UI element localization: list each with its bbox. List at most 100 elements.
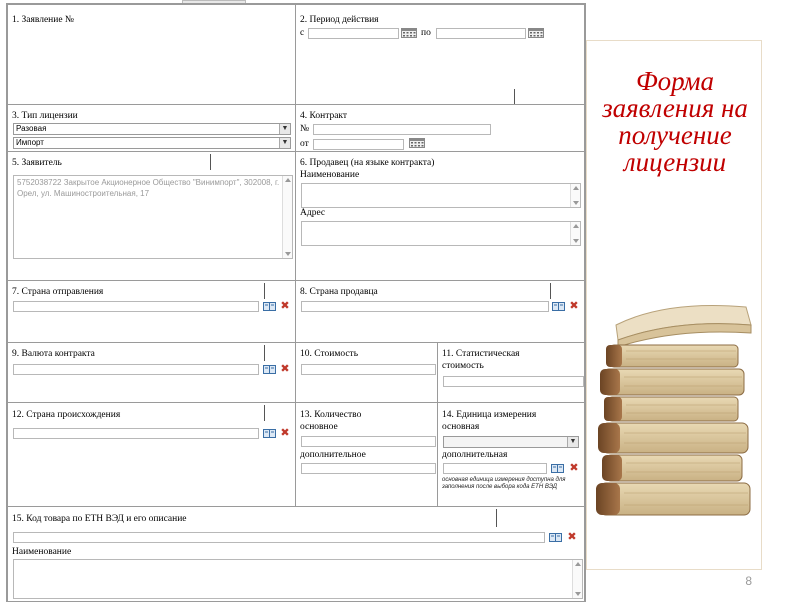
field-contract: 4. Контракт № от xyxy=(295,104,585,152)
book-icon[interactable] xyxy=(551,464,564,473)
book-icon[interactable] xyxy=(552,302,565,311)
column-divider xyxy=(496,509,497,527)
unit-main-select[interactable]: ▼ xyxy=(443,436,579,448)
field-contract-currency: 9. Валюта контракта ✖ xyxy=(7,342,296,403)
field-statistical-cost: 11. Статистическая стоимость xyxy=(437,342,585,403)
application-number-label: 1. Заявление № xyxy=(12,15,74,25)
delete-icon[interactable]: ✖ xyxy=(280,363,290,374)
unit-additional-label: дополнительная xyxy=(442,450,508,460)
column-divider xyxy=(210,154,211,170)
contract-currency-input[interactable] xyxy=(13,364,259,375)
validity-period-label: 2. Период действия xyxy=(300,15,379,25)
quantity-additional-input[interactable] xyxy=(301,463,436,474)
slide-title: Форма заявления на получение лицензии xyxy=(602,66,748,177)
contract-date-input[interactable] xyxy=(313,139,404,150)
statistical-cost-label: 11. Статистическая xyxy=(442,349,520,359)
column-divider xyxy=(264,283,265,299)
delete-icon[interactable]: ✖ xyxy=(280,427,290,438)
unit-label: 14. Единица измерения xyxy=(442,410,537,420)
license-direction-select[interactable]: Импорт ▼ xyxy=(13,137,291,149)
quantity-additional-label: дополнительное xyxy=(300,450,366,460)
delete-icon[interactable]: ✖ xyxy=(569,300,579,311)
book-icon[interactable] xyxy=(549,533,562,542)
chevron-down-icon[interactable]: ▼ xyxy=(567,437,578,447)
book-icon[interactable] xyxy=(263,429,276,438)
column-divider xyxy=(264,345,265,361)
books-stack-image xyxy=(596,305,752,516)
commodity-code-input[interactable] xyxy=(13,532,545,543)
seller-name-scrollbar[interactable] xyxy=(570,184,580,207)
field-origin-country: 12. Страна происхождения ✖ xyxy=(7,402,296,507)
seller-country-label: 8. Страна продавца xyxy=(300,287,378,297)
applicant-value: 5752038722 Закрытое Акционерное Общество… xyxy=(17,178,280,198)
seller-country-input[interactable] xyxy=(301,301,549,312)
quantity-main-label: основное xyxy=(300,422,338,432)
seller-address-scrollbar[interactable] xyxy=(570,222,580,245)
quantity-label: 13. Количество xyxy=(300,410,362,420)
unit-hint-note: основная единица измерения доступна для … xyxy=(442,477,566,490)
field-validity-period: 2. Период действия с по xyxy=(295,4,585,105)
unit-additional-input[interactable] xyxy=(443,463,547,474)
field-seller-country: 8. Страна продавца ✖ xyxy=(295,280,585,343)
contract-label: 4. Контракт xyxy=(300,111,348,121)
field-cost: 10. Стоимость xyxy=(295,342,438,403)
chevron-down-icon[interactable]: ▼ xyxy=(279,124,290,134)
delete-icon[interactable]: ✖ xyxy=(280,300,290,311)
book-icon[interactable] xyxy=(263,302,276,311)
period-to-input[interactable] xyxy=(436,28,526,39)
commodity-name-scrollbar[interactable] xyxy=(572,560,582,598)
column-divider xyxy=(550,283,551,299)
contract-number-label: № xyxy=(300,124,310,134)
calendar-icon[interactable] xyxy=(409,138,425,148)
period-from-input[interactable] xyxy=(308,28,399,39)
book-icon[interactable] xyxy=(263,365,276,374)
field-license-type: 3. Тип лицензии Разовая ▼ Импорт ▼ xyxy=(7,104,296,152)
contract-currency-label: 9. Валюта контракта xyxy=(12,349,95,359)
license-kind-value: Разовая xyxy=(16,124,47,133)
period-from-label: с xyxy=(300,28,305,38)
commodity-name-label: Наименование xyxy=(12,547,72,557)
calendar-icon[interactable] xyxy=(528,28,544,38)
period-to-label: по xyxy=(421,28,431,38)
license-application-form: 1. Заявление № 2. Период действия с по 3… xyxy=(6,3,586,602)
commodity-name-textarea[interactable] xyxy=(13,559,583,599)
dispatch-country-input[interactable] xyxy=(13,301,259,312)
field-dispatch-country: 7. Страна отправления ✖ xyxy=(7,280,296,343)
license-kind-select[interactable]: Разовая ▼ xyxy=(13,123,291,135)
delete-icon[interactable]: ✖ xyxy=(567,531,577,542)
commodity-code-label: 15. Код товара по ЕТН ВЭД и его описание xyxy=(12,514,187,524)
applicant-textarea[interactable]: 5752038722 Закрытое Акционерное Общество… xyxy=(13,175,293,259)
field-commodity-code: 15. Код товара по ЕТН ВЭД и его описание… xyxy=(7,506,585,601)
field-seller: 6. Продавец (на языке контракта) Наимено… xyxy=(295,151,585,281)
column-divider xyxy=(514,89,515,105)
statistical-cost-label-2: стоимость xyxy=(442,361,484,371)
statistical-cost-input[interactable] xyxy=(443,376,584,387)
field-application-number: 1. Заявление № xyxy=(7,4,296,105)
license-direction-value: Импорт xyxy=(16,138,44,147)
quantity-main-input[interactable] xyxy=(301,436,436,447)
cost-label: 10. Стоимость xyxy=(300,349,359,359)
calendar-icon[interactable] xyxy=(401,28,417,38)
page-number: 8 xyxy=(745,574,752,588)
seller-name-label: Наименование xyxy=(300,170,360,180)
chevron-down-icon[interactable]: ▼ xyxy=(279,138,290,148)
license-type-label: 3. Тип лицензии xyxy=(12,111,78,121)
field-unit: 14. Единица измерения основная ▼ дополни… xyxy=(437,402,585,507)
seller-address-textarea[interactable] xyxy=(301,221,581,246)
unit-main-label: основная xyxy=(442,422,480,432)
column-divider xyxy=(264,405,265,421)
seller-name-textarea[interactable] xyxy=(301,183,581,208)
origin-country-label: 12. Страна происхождения xyxy=(12,410,121,420)
field-applicant: 5. Заявитель 5752038722 Закрытое Акционе… xyxy=(7,151,296,281)
contract-number-input[interactable] xyxy=(313,124,491,135)
contract-date-label: от xyxy=(300,139,309,149)
seller-address-label: Адрес xyxy=(300,208,326,218)
applicant-label: 5. Заявитель xyxy=(12,158,62,168)
dispatch-country-label: 7. Страна отправления xyxy=(12,287,104,297)
field-quantity: 13. Количество основное дополнительное xyxy=(295,402,438,507)
cost-input[interactable] xyxy=(301,364,436,375)
seller-label: 6. Продавец (на языке контракта) xyxy=(300,158,435,168)
origin-country-input[interactable] xyxy=(13,428,259,439)
delete-icon[interactable]: ✖ xyxy=(569,462,579,473)
applicant-scrollbar[interactable] xyxy=(282,176,292,258)
